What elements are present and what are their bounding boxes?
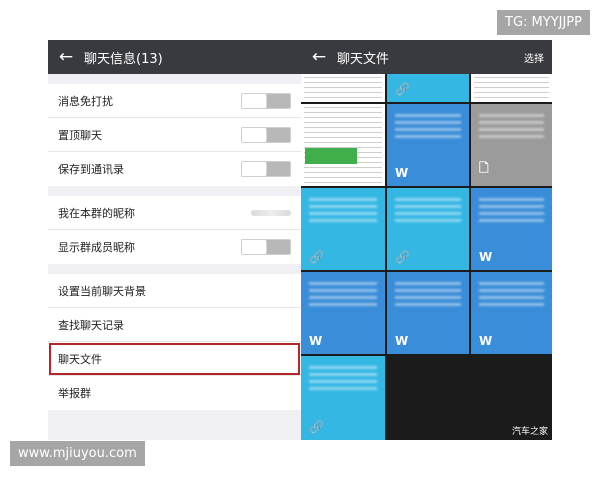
- show-member-nicknames-label: 显示群成员昵称: [58, 241, 135, 254]
- chat-files-screen: ← 聊天文件 选择 🔗 W 🗋 🔗 🔗 W W W W 🔗: [301, 40, 552, 440]
- report-group-row[interactable]: 举报群: [48, 376, 301, 410]
- chat-files-label: 聊天文件: [58, 352, 102, 366]
- chat-info-title: 聊天信息(13): [84, 51, 163, 67]
- chat-files-topbar: ← 聊天文件 选择: [301, 40, 552, 74]
- settings-group-1: 消息免打扰 置顶聊天 保存到通讯录: [48, 84, 301, 186]
- file-tile[interactable]: 🔗: [301, 356, 385, 440]
- search-history-label: 查找聊天记录: [58, 318, 124, 332]
- save-to-contacts-label: 保存到通讯录: [58, 163, 124, 176]
- show-member-nicknames-toggle[interactable]: [241, 239, 291, 255]
- search-history-row[interactable]: 查找聊天记录: [48, 308, 301, 342]
- nickname-value-blurred: [251, 209, 291, 216]
- file-tile[interactable]: W: [471, 188, 552, 270]
- settings-group-3: 设置当前聊天背景 查找聊天记录 聊天文件 举报群: [48, 274, 301, 410]
- word-doc-icon: W: [395, 166, 409, 180]
- report-group-label: 举报群: [58, 387, 91, 400]
- word-doc-icon: W: [479, 334, 493, 348]
- file-tile[interactable]: 🔗: [387, 74, 469, 102]
- mute-notifications-label: 消息免打扰: [58, 94, 113, 108]
- save-to-contacts-toggle[interactable]: [241, 161, 291, 177]
- word-doc-icon: W: [395, 334, 409, 348]
- mute-notifications-row[interactable]: 消息免打扰: [48, 84, 301, 118]
- save-to-contacts-row[interactable]: 保存到通讯录: [48, 152, 301, 186]
- mute-notifications-toggle[interactable]: [241, 92, 291, 109]
- watermark-bottom-left: www.mjiuyou.com: [10, 441, 145, 466]
- file-tile[interactable]: W: [301, 272, 385, 354]
- screenshot: ← 聊天信息(13) 消息免打扰 置顶聊天 保存到通讯录 我在本群的昵称 显示群…: [0, 0, 600, 480]
- chat-info-screen: ← 聊天信息(13) 消息免打扰 置顶聊天 保存到通讯录 我在本群的昵称 显示群…: [48, 40, 301, 440]
- file-tile[interactable]: [301, 74, 385, 102]
- file-tile[interactable]: [471, 74, 552, 102]
- file-tile[interactable]: W: [387, 272, 469, 354]
- chat-background-row[interactable]: 设置当前聊天背景: [48, 274, 301, 308]
- chat-info-topbar: ← 聊天信息(13): [48, 40, 301, 74]
- my-group-nickname-row[interactable]: 我在本群的昵称: [48, 196, 301, 230]
- file-tile[interactable]: 🗋: [471, 104, 552, 186]
- chat-files-title: 聊天文件: [337, 51, 390, 67]
- arrow-left-icon[interactable]: ←: [301, 40, 337, 74]
- show-member-nicknames-row[interactable]: 显示群成员昵称: [48, 230, 301, 264]
- chat-files-row[interactable]: 聊天文件: [48, 342, 301, 376]
- my-group-nickname-label: 我在本群的昵称: [58, 206, 135, 220]
- link-icon: 🔗: [309, 250, 324, 264]
- chat-background-label: 设置当前聊天背景: [58, 284, 146, 298]
- files-grid: 🔗 W 🗋 🔗 🔗 W W W W 🔗: [301, 74, 552, 440]
- pin-chat-label: 置顶聊天: [58, 128, 102, 142]
- watermark-bottom-right: 汽车之家: [511, 427, 548, 437]
- select-button[interactable]: 选择: [524, 50, 552, 65]
- link-icon: 🔗: [309, 420, 324, 434]
- file-tile[interactable]: [301, 104, 385, 186]
- watermark-top-right: TG: MYYJJPP: [497, 10, 590, 35]
- settings-group-2: 我在本群的昵称 显示群成员昵称: [48, 196, 301, 264]
- link-icon: 🔗: [395, 250, 410, 264]
- pin-chat-toggle[interactable]: [241, 126, 291, 143]
- link-icon: 🔗: [395, 82, 410, 96]
- word-doc-icon: W: [479, 250, 493, 264]
- file-tile[interactable]: W: [471, 272, 552, 354]
- word-doc-icon: W: [309, 334, 323, 348]
- file-icon: 🗋: [479, 161, 489, 175]
- file-tile[interactable]: 🔗: [387, 188, 469, 270]
- pin-chat-row[interactable]: 置顶聊天: [48, 118, 301, 152]
- arrow-left-icon[interactable]: ←: [48, 40, 84, 74]
- file-tile[interactable]: W: [387, 104, 469, 186]
- file-tile[interactable]: 🔗: [301, 188, 385, 270]
